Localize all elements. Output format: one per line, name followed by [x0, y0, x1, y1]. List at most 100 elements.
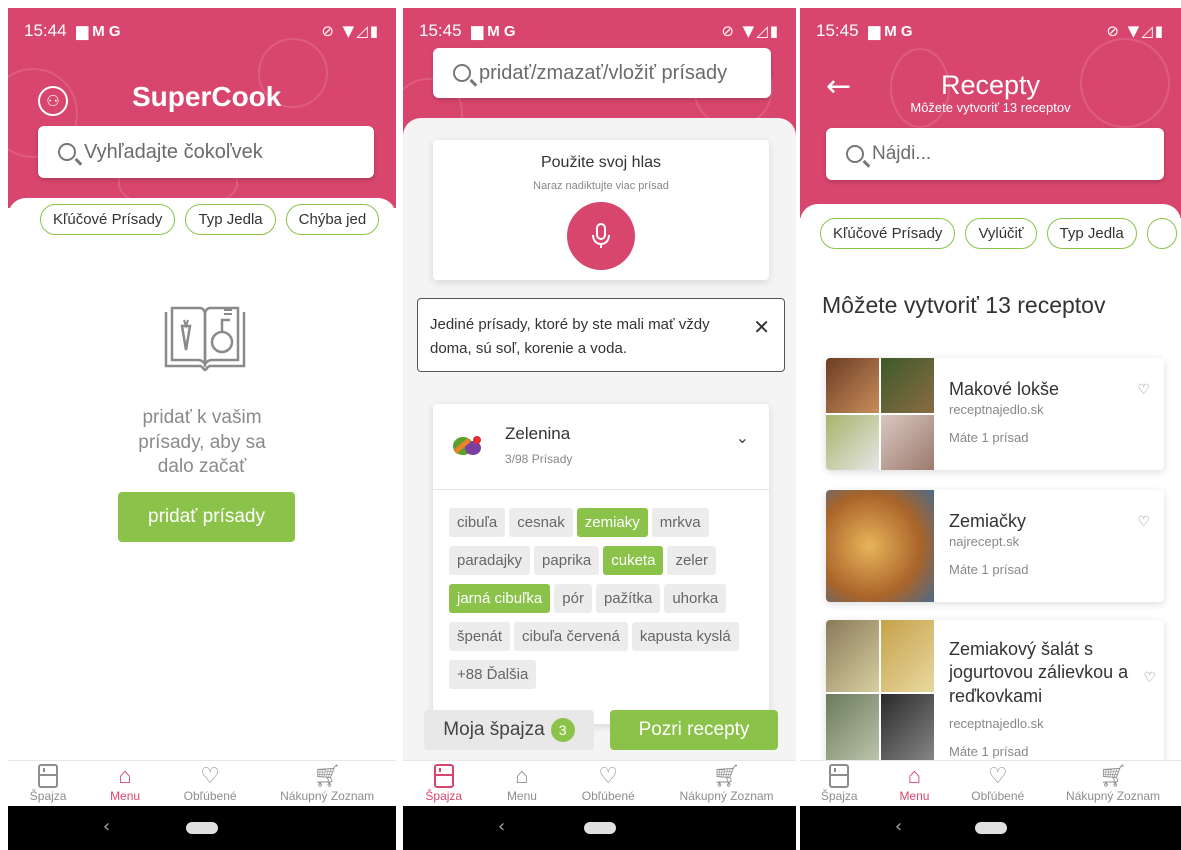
recipe-card[interactable]: Zemiačky najrecept.sk Máte 1 prísad ♡ — [826, 490, 1164, 602]
image-tile — [881, 415, 934, 470]
category-header[interactable]: Zelenina 3/98 Prísady ⌄ — [433, 404, 769, 490]
recipes-heading: Môžete vytvoriť 13 receptov — [822, 292, 1106, 318]
nav-label: Obľúbené — [971, 789, 1025, 803]
nav-menu[interactable]: ⌂ Menu — [899, 763, 929, 804]
favorite-heart-icon[interactable]: ♡ — [1143, 670, 1156, 686]
ingredient-chip[interactable]: zemiaky — [576, 508, 648, 537]
microphone-icon — [592, 223, 610, 248]
recipe-card[interactable]: Makové lokše receptnajedlo.sk Máte 1 prí… — [826, 358, 1164, 470]
home-screen: 15:44 ▆ M G ⊘ ▼◿▮ ⚇ SuperCook Vyhľadajte… — [8, 8, 396, 850]
nav-label: Obľúbené — [183, 789, 237, 803]
header: 15:44 ▆ M G ⊘ ▼◿▮ ⚇ SuperCook Vyhľadajte… — [8, 8, 396, 208]
recipe-have-count: Máte 1 prísad — [949, 562, 1029, 577]
status-right-icons: ⊘ ▼◿▮ — [321, 22, 380, 40]
back-icon[interactable]: ‹ — [498, 816, 505, 837]
status-icons: ▆ M G — [868, 23, 913, 40]
nav-pantry[interactable]: Špajza — [821, 763, 858, 803]
info-text: Jediné prísady, ktoré by ste mali mať vž… — [430, 316, 710, 357]
system-nav-bar: ‹ — [800, 806, 1181, 850]
ingredient-chip[interactable]: jarná cibuľka — [449, 584, 551, 613]
nav-favorites[interactable]: ♡ Obľúbené — [971, 763, 1025, 804]
status-time: 15:45 — [816, 21, 859, 40]
home-icon: ⌂ — [515, 763, 529, 788]
recipe-source: najrecept.sk — [949, 534, 1020, 549]
recipe-have-count: Máte 1 prísad — [949, 744, 1029, 759]
image-tile — [881, 620, 934, 692]
chip-key-ingredients[interactable]: Kľúčové Prísady — [40, 204, 176, 235]
ingredient-chip[interactable]: mrkva — [651, 508, 709, 537]
ingredient-chip[interactable]: paprika — [534, 546, 600, 575]
fridge-icon — [431, 763, 457, 789]
ingredient-chip[interactable]: špenát — [449, 622, 511, 651]
ingredient-chip[interactable]: cesnak — [509, 508, 573, 537]
nav-favorites[interactable]: ♡ Obľúbené — [582, 763, 635, 804]
pantry-count-badge: 3 — [550, 718, 575, 742]
ingredient-chip[interactable]: pór — [554, 584, 592, 613]
nav-shopping-list[interactable]: 🛒︎ Nákupný Zoznam — [1066, 763, 1160, 804]
close-icon[interactable]: ✕ — [753, 315, 770, 339]
voice-card: Použite svoj hlas Naraz nadiktujte viac … — [433, 140, 769, 280]
recipe-image — [826, 490, 934, 602]
image-tile — [826, 415, 879, 470]
home-pill[interactable] — [186, 822, 218, 834]
search-input[interactable]: Vyhľadajte čokoľvek — [38, 126, 374, 178]
recipe-search-input[interactable]: Nájdi... — [826, 128, 1164, 180]
profile-icon[interactable]: ⚇ — [38, 86, 68, 116]
chip-more[interactable] — [1146, 218, 1177, 249]
empty-state-text: pridať k vašim prísady, aby sa dalo zača… — [138, 407, 266, 478]
nav-label: Menu — [110, 789, 141, 803]
home-pill[interactable] — [974, 822, 1007, 834]
nav-label: Nákupný Zoznam — [280, 789, 375, 803]
back-icon[interactable]: ‹ — [103, 816, 110, 837]
nav-menu[interactable]: ⌂ Menu — [507, 763, 537, 804]
back-icon[interactable]: ‹ — [895, 816, 902, 837]
home-pill[interactable] — [583, 822, 616, 834]
pantry-button[interactable]: Moja špajza 3 — [424, 710, 594, 750]
vegetables-icon — [453, 436, 481, 455]
category-name: Zelenina — [505, 424, 571, 443]
nav-pantry[interactable]: Špajza — [425, 763, 462, 803]
ingredient-chip[interactable]: cibuľa — [449, 508, 506, 537]
ingredient-chip[interactable]: kapusta kyslá — [631, 622, 739, 651]
nav-pantry[interactable]: Špajza — [30, 763, 66, 803]
status-right-icons: ⊘ ▼◿▮ — [721, 22, 780, 40]
status-time: 15:45 — [419, 21, 462, 40]
favorite-heart-icon[interactable]: ♡ — [1137, 514, 1150, 530]
recipe-image — [826, 358, 934, 470]
favorite-heart-icon[interactable]: ♡ — [1137, 382, 1150, 398]
image-tile — [826, 358, 879, 413]
nav-label: Špajza — [820, 789, 858, 803]
chevron-down-icon[interactable]: ⌄ — [736, 428, 749, 447]
page-title: Recepty — [940, 70, 1041, 100]
ingredient-chip[interactable]: paradajky — [449, 546, 531, 575]
home-icon: ⌂ — [118, 763, 132, 788]
ingredient-chip[interactable]: cibuľa červená — [514, 622, 628, 651]
microphone-button[interactable] — [567, 202, 635, 270]
see-recipes-button[interactable]: Pozri recepty — [610, 710, 778, 750]
ingredient-chip[interactable]: zeler — [667, 546, 716, 575]
system-nav-bar: ‹ — [403, 806, 796, 850]
ingredient-chip[interactable]: +88 Ďalšia — [449, 660, 537, 689]
chip-missing[interactable]: Chýba jed — [285, 204, 380, 235]
add-ingredients-button[interactable]: pridať prísady — [118, 492, 295, 542]
recipes-screen: 15:45 ▆ M G ⊘ ▼◿▮ ← Recepty Môžete vytvo… — [800, 8, 1181, 850]
recipe-source: receptnajedlo.sk — [949, 402, 1044, 417]
recipe-image — [826, 620, 934, 766]
ingredient-chip[interactable]: uhorka — [664, 584, 727, 613]
status-bar: 15:45 ▆ M G ⊘ ▼◿▮ — [816, 20, 1165, 42]
category-card: Zelenina 3/98 Prísady ⌄ cibuľa cesnak zemi… — [433, 404, 769, 724]
nav-shopping-list[interactable]: 🛒︎ Nákupný Zoznam — [280, 763, 375, 804]
chip-key-ingredients[interactable]: Kľúčové Prísady — [820, 218, 956, 249]
nav-menu[interactable]: ⌂ Menu — [110, 763, 141, 804]
recipe-title: Zemiačky — [949, 511, 1027, 531]
ingredient-search-input[interactable]: pridať/zmazať/vložiť prísady — [433, 48, 771, 98]
recipe-card[interactable]: Zemiakový šalát s jogurtovou zálievkou a… — [826, 620, 1164, 766]
nav-shopping-list[interactable]: 🛒︎ Nákupný Zoznam — [680, 763, 774, 804]
chip-meal-type[interactable]: Typ Jedla — [185, 204, 276, 235]
fridge-icon — [35, 763, 61, 789]
chip-exclude[interactable]: Vylúčiť — [965, 218, 1037, 249]
chip-meal-type[interactable]: Typ Jedla — [1046, 218, 1137, 249]
nav-favorites[interactable]: ♡ Obľúbené — [183, 763, 237, 804]
ingredient-chip[interactable]: pažítka — [595, 584, 661, 613]
ingredient-chip[interactable]: cuketa — [603, 546, 664, 575]
